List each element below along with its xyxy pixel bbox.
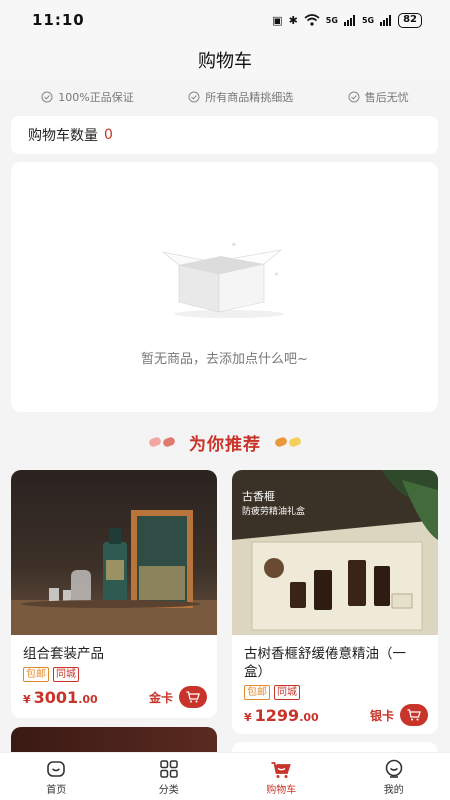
- check-circle-icon: [41, 91, 53, 103]
- guarantee-item: 售后无忧: [348, 89, 409, 105]
- product-tags: 包邮 同城: [232, 681, 438, 700]
- product-card[interactable]: 组合套装产品 包邮 同城 ¥3001.00 金卡: [11, 470, 217, 718]
- cart-count-bar: 购物车数量 0: [11, 116, 438, 154]
- tag-same-city: 同城: [274, 685, 300, 700]
- empty-cart-message: 暂无商品，去添加点什么吧~: [141, 352, 308, 367]
- signal-5g-label: 5G: [325, 15, 338, 25]
- guarantee-label: 售后无忧: [364, 91, 409, 104]
- tab-cart[interactable]: 购物车: [241, 758, 321, 796]
- guarantee-label: 所有商品精挑细选: [205, 91, 294, 104]
- member-level-label: 金卡: [148, 690, 173, 705]
- product-price: ¥1299.00: [244, 705, 319, 725]
- product-name[interactable]: 古树香榧舒缓倦意精油（一盒）: [232, 635, 438, 681]
- category-icon: [160, 759, 178, 778]
- product-price: ¥3001.00: [23, 687, 98, 707]
- tab-label: 首页: [46, 784, 67, 796]
- image-caption-1: 古香榧: [242, 489, 275, 503]
- cart-icon: [271, 761, 291, 778]
- tab-profile[interactable]: 我的: [354, 758, 434, 796]
- check-circle-icon: [188, 91, 200, 103]
- image-caption-2: 防疲劳精油礼盒: [242, 505, 305, 517]
- tab-home[interactable]: 首页: [16, 758, 96, 796]
- status-time: 11:10: [32, 11, 85, 29]
- check-circle-icon: [348, 91, 360, 103]
- status-bar: 11:10 ▣ ✱ 5G 5G 82: [0, 0, 450, 40]
- battery-indicator: 82: [398, 12, 422, 28]
- recommend-header: 为你推荐: [0, 428, 450, 456]
- add-to-cart-button[interactable]: [400, 704, 428, 726]
- profile-icon: [385, 759, 403, 778]
- bottom-tab-bar: 首页 分类 购物车 我的: [0, 752, 450, 800]
- home-icon: [47, 760, 66, 777]
- cart-count-value: 0: [104, 127, 113, 143]
- empty-box-icon: [162, 242, 284, 318]
- cart-count-label: 购物车数量: [28, 128, 98, 144]
- tab-label: 购物车: [266, 784, 297, 796]
- decor-left-icon: [147, 436, 177, 448]
- product-card[interactable]: 古香榧 防疲劳精油礼盒 古树香榧舒缓倦意精油（一盒） 包邮 同城 ¥1299.0…: [232, 470, 438, 734]
- add-to-cart-button[interactable]: [179, 686, 207, 708]
- status-icons: ▣ ✱ 5G 5G 82: [272, 12, 422, 28]
- signal-icon-2: [380, 14, 392, 26]
- page-header: 购物车: [0, 40, 450, 80]
- recommend-title: 为你推荐: [189, 434, 261, 455]
- member-level-label: 银卡: [369, 708, 394, 723]
- price-row: ¥1299.00 银卡: [232, 700, 438, 726]
- guarantee-item: 所有商品精挑细选: [188, 89, 293, 105]
- liquor-set-image: [11, 510, 217, 635]
- decor-right-icon: [273, 436, 303, 448]
- empty-cart-panel: 暂无商品，去添加点什么吧~: [11, 162, 438, 412]
- tag-free-shipping: 包邮: [244, 685, 270, 700]
- product-image[interactable]: [11, 470, 217, 635]
- guarantee-strip: 100%正品保证 所有商品精挑细选 售后无忧: [0, 84, 450, 110]
- guarantee-item: 100%正品保证: [41, 89, 134, 105]
- price-row: ¥3001.00 金卡: [11, 682, 217, 708]
- nfc-icon: ▣: [272, 13, 283, 27]
- product-tags: 包邮 同城: [11, 663, 217, 682]
- tab-category[interactable]: 分类: [129, 758, 209, 796]
- signal-icon: [343, 14, 355, 26]
- product-name[interactable]: 组合套装产品: [11, 635, 217, 663]
- wifi-icon: [304, 14, 320, 26]
- page-title: 购物车: [198, 51, 252, 72]
- guarantee-label: 100%正品保证: [58, 91, 134, 104]
- product-image[interactable]: 古香榧 防疲劳精油礼盒: [232, 470, 438, 635]
- essential-oil-image: 古香榧 防疲劳精油礼盒: [232, 470, 438, 635]
- tag-same-city: 同城: [53, 667, 79, 682]
- cart-icon: [186, 691, 200, 703]
- bluetooth-icon: ✱: [288, 13, 298, 27]
- cart-icon: [407, 709, 421, 721]
- tag-free-shipping: 包邮: [23, 667, 49, 682]
- tab-label: 我的: [383, 784, 404, 796]
- tab-label: 分类: [158, 784, 179, 796]
- signal-5g-label-2: 5G: [361, 15, 375, 25]
